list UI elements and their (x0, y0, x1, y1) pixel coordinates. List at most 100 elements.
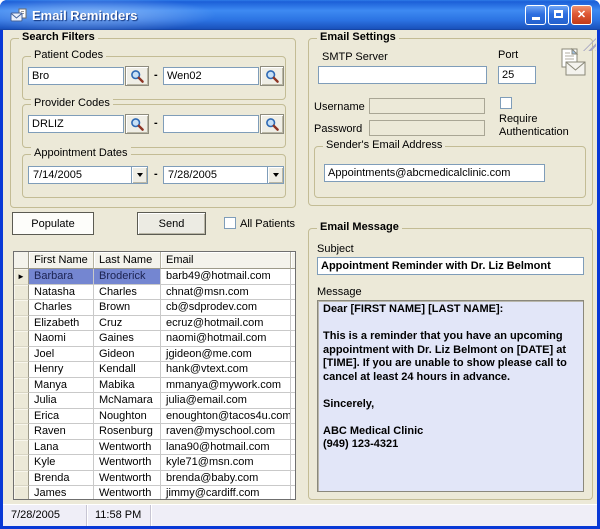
cell-last-name[interactable]: Wentworth (94, 471, 161, 487)
cell-email[interactable]: hank@vtext.com (161, 362, 291, 378)
table-row[interactable]: JuliaMcNamarajulia@email.com (14, 393, 295, 409)
cell-first-name[interactable]: Henry (29, 362, 94, 378)
cell-email[interactable]: enoughton@tacos4u.com (161, 409, 291, 425)
cell-first-name[interactable]: Barbara (29, 269, 94, 285)
username-input[interactable] (369, 98, 485, 114)
cell-first-name[interactable]: Raven (29, 424, 94, 440)
provider-code-to-input[interactable] (163, 115, 259, 133)
provider-code-from-search-button[interactable] (125, 114, 149, 134)
row-selector[interactable] (14, 347, 29, 363)
cell-first-name[interactable]: Manya (29, 378, 94, 394)
appointment-date-to-dropdown[interactable]: 7/28/2005 (163, 166, 284, 184)
table-row[interactable]: LanaWentworthlana90@hotmail.com (14, 440, 295, 456)
cell-last-name[interactable]: Noughton (94, 409, 161, 425)
table-row[interactable]: ManyaMabikammanya@mywork.com (14, 378, 295, 394)
password-input[interactable] (369, 120, 485, 136)
row-selector[interactable] (14, 424, 29, 440)
dropdown-button[interactable] (131, 167, 147, 183)
table-row[interactable]: BrendaWentworthbrenda@baby.com (14, 471, 295, 487)
titlebar[interactable]: Email Reminders ✕ (0, 0, 600, 30)
patient-code-to-input[interactable] (163, 67, 259, 85)
cell-last-name[interactable]: Cruz (94, 316, 161, 332)
table-row[interactable]: HenryKendallhank@vtext.com (14, 362, 295, 378)
cell-last-name[interactable]: Gaines (94, 331, 161, 347)
row-selector[interactable] (14, 378, 29, 394)
column-header-first-name[interactable]: First Name (29, 252, 94, 269)
cell-email[interactable]: barb49@hotmail.com (161, 269, 291, 285)
cell-first-name[interactable]: Naomi (29, 331, 94, 347)
table-row[interactable]: ElizabethCruzecruz@hotmail.com (14, 316, 295, 332)
cell-last-name[interactable]: Kendall (94, 362, 161, 378)
maximize-button[interactable] (548, 5, 569, 25)
cell-email[interactable]: cb@sdprodev.com (161, 300, 291, 316)
require-authentication-checkbox[interactable] (500, 97, 512, 109)
table-row[interactable]: NaomiGainesnaomi@hotmail.com (14, 331, 295, 347)
cell-last-name[interactable]: Rosenburg (94, 424, 161, 440)
row-selector[interactable] (14, 316, 29, 332)
cell-email[interactable]: kyle71@msn.com (161, 455, 291, 471)
row-selector[interactable] (14, 331, 29, 347)
cell-last-name[interactable]: Gideon (94, 347, 161, 363)
provider-code-from-input[interactable] (28, 115, 124, 133)
row-selector[interactable]: ► (14, 269, 29, 285)
row-selector[interactable] (14, 362, 29, 378)
table-row[interactable]: JoelGideonjgideon@me.com (14, 347, 295, 363)
cell-last-name[interactable]: Wentworth (94, 455, 161, 471)
cell-email[interactable]: julia@email.com (161, 393, 291, 409)
message-textarea[interactable]: Dear [FIRST NAME] [LAST NAME]: This is a… (317, 300, 584, 492)
column-header-email[interactable]: Email (161, 252, 291, 269)
populate-button[interactable]: Populate (12, 212, 94, 235)
row-selector[interactable] (14, 486, 29, 500)
cell-email[interactable]: lana90@hotmail.com (161, 440, 291, 456)
port-input[interactable] (498, 66, 536, 84)
patient-code-from-input[interactable] (28, 67, 124, 85)
cell-last-name[interactable]: Brown (94, 300, 161, 316)
cell-last-name[interactable]: Mabika (94, 378, 161, 394)
provider-code-to-search-button[interactable] (260, 114, 284, 134)
cell-first-name[interactable]: Elizabeth (29, 316, 94, 332)
cell-email[interactable]: jimmy@cardiff.com (161, 486, 291, 500)
row-selector[interactable] (14, 285, 29, 301)
cell-last-name[interactable]: McNamara (94, 393, 161, 409)
patients-grid[interactable]: First Name Last Name Email ►BarbaraBrode… (13, 251, 296, 500)
patient-code-to-search-button[interactable] (260, 66, 284, 86)
cell-first-name[interactable]: Joel (29, 347, 94, 363)
cell-first-name[interactable]: Julia (29, 393, 94, 409)
table-row[interactable]: RavenRosenburgraven@myschool.com (14, 424, 295, 440)
cell-first-name[interactable]: Lana (29, 440, 94, 456)
cell-email[interactable]: mmanya@mywork.com (161, 378, 291, 394)
smtp-server-input[interactable] (318, 66, 487, 84)
table-row[interactable]: JamesWentworthjimmy@cardiff.com (14, 486, 295, 500)
cell-first-name[interactable]: Charles (29, 300, 94, 316)
appointment-date-from-dropdown[interactable]: 7/14/2005 (28, 166, 148, 184)
cell-email[interactable]: naomi@hotmail.com (161, 331, 291, 347)
cell-first-name[interactable]: Kyle (29, 455, 94, 471)
cell-email[interactable]: chnat@msn.com (161, 285, 291, 301)
row-selector[interactable] (14, 393, 29, 409)
cell-email[interactable]: raven@myschool.com (161, 424, 291, 440)
send-button[interactable]: Send (137, 212, 206, 235)
cell-first-name[interactable]: Erica (29, 409, 94, 425)
table-row[interactable]: KyleWentworthkyle71@msn.com (14, 455, 295, 471)
table-row[interactable]: ►BarbaraBroderickbarb49@hotmail.com (14, 269, 295, 285)
row-selector[interactable] (14, 471, 29, 487)
cell-email[interactable]: jgideon@me.com (161, 347, 291, 363)
table-row[interactable]: EricaNoughtonenoughton@tacos4u.com (14, 409, 295, 425)
cell-first-name[interactable]: James (29, 486, 94, 500)
subject-input[interactable] (317, 257, 584, 275)
row-selector[interactable] (14, 300, 29, 316)
senders-email-input[interactable] (324, 164, 545, 182)
cell-email[interactable]: brenda@baby.com (161, 471, 291, 487)
close-button[interactable]: ✕ (571, 5, 592, 25)
cell-first-name[interactable]: Brenda (29, 471, 94, 487)
table-row[interactable]: CharlesBrowncb@sdprodev.com (14, 300, 295, 316)
all-patients-checkbox[interactable] (224, 217, 236, 229)
patient-code-from-search-button[interactable] (125, 66, 149, 86)
dropdown-button[interactable] (267, 167, 283, 183)
table-row[interactable]: NatashaCharleschnat@msn.com (14, 285, 295, 301)
cell-first-name[interactable]: Natasha (29, 285, 94, 301)
row-selector[interactable] (14, 409, 29, 425)
row-selector[interactable] (14, 440, 29, 456)
row-selector[interactable] (14, 455, 29, 471)
column-header-last-name[interactable]: Last Name (94, 252, 161, 269)
